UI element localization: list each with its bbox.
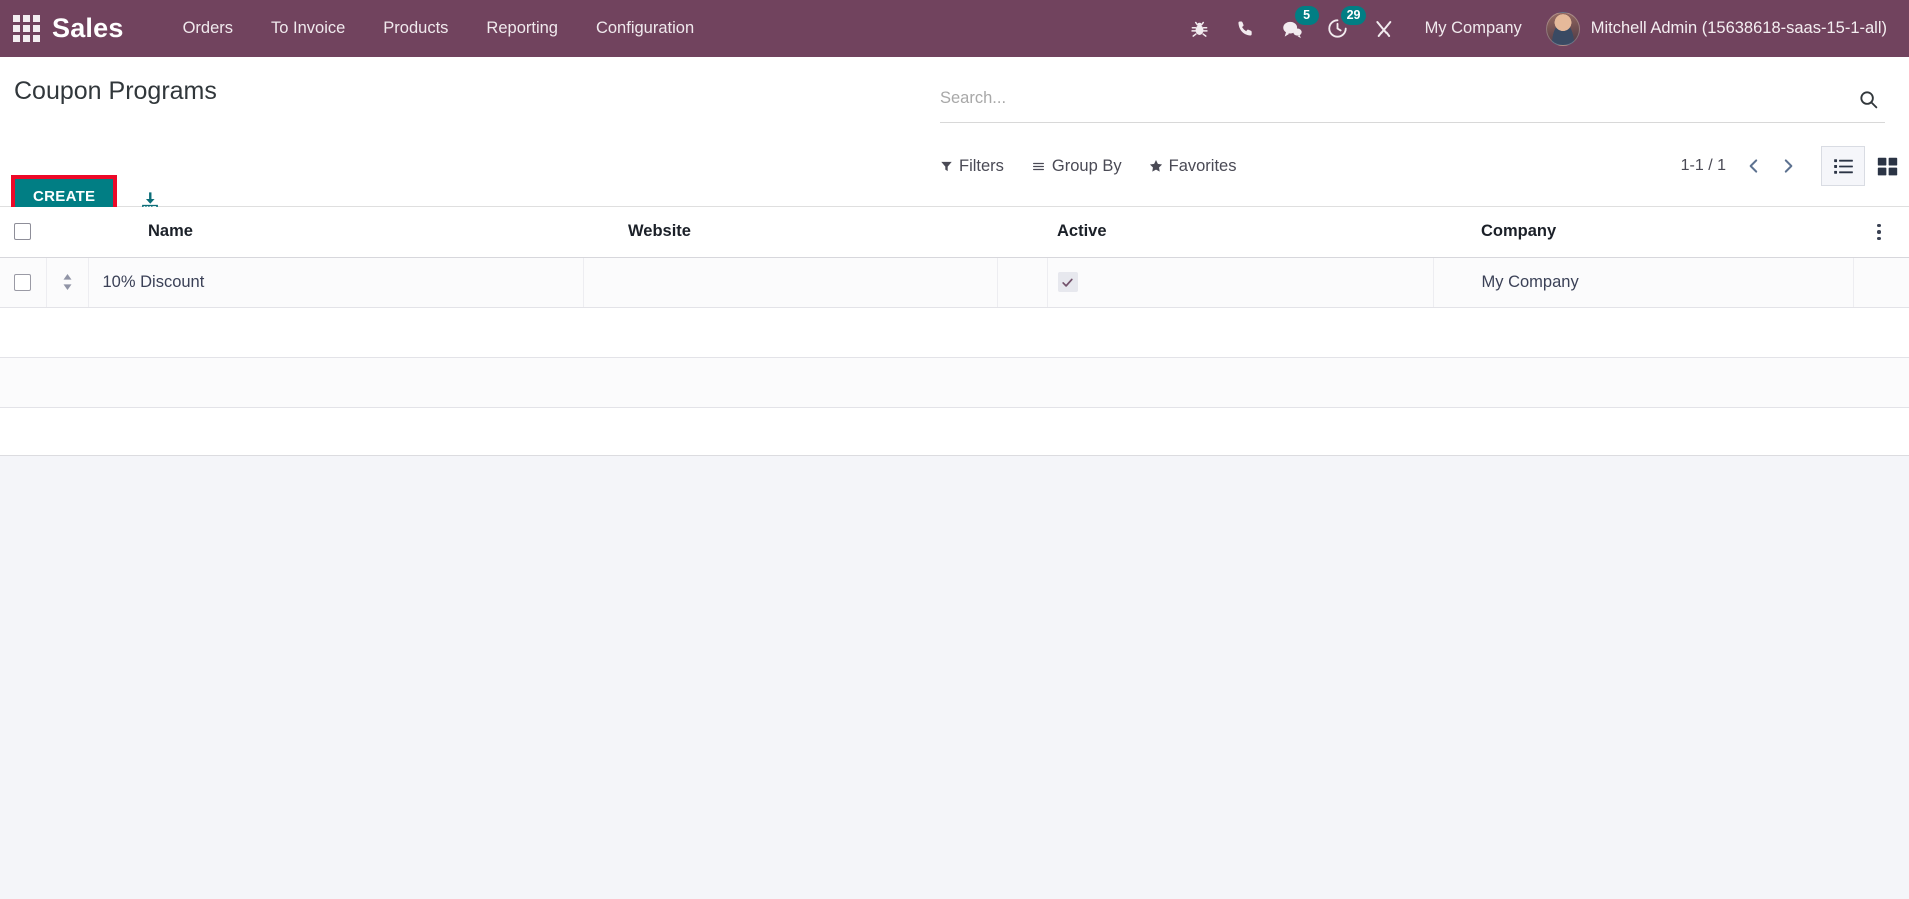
groupby-dropdown[interactable]: Group By — [1031, 157, 1122, 176]
cell-active — [1047, 257, 1434, 308]
cell-name-value: 10% Discount — [102, 272, 205, 291]
control-panel: Coupon Programs CREATE Search... Filters… — [0, 57, 1909, 219]
top-navbar: Sales Orders To Invoice Products Reporti… — [0, 0, 1909, 57]
company-switcher[interactable]: My Company — [1407, 0, 1540, 57]
pager-count: 1-1 / 1 — [1680, 157, 1726, 174]
app-brand-sales[interactable]: Sales — [52, 0, 124, 57]
phone-icon — [1238, 21, 1252, 36]
kanban-view-button[interactable] — [1865, 146, 1909, 186]
cell-options — [1853, 257, 1909, 308]
empty-cell — [0, 307, 1909, 358]
column-header-active-label: Active — [1057, 222, 1107, 241]
table-empty-row — [0, 357, 1909, 408]
pager: 1-1 / 1 — [1681, 145, 1804, 187]
search-icon — [1859, 91, 1877, 109]
table-header: Name Website Active Company — [0, 207, 1909, 258]
hamburger-icon — [1032, 162, 1044, 170]
row-handle-cell — [46, 257, 89, 308]
messages-menu-button[interactable]: 5 — [1269, 0, 1319, 57]
column-header-company-label: Company — [1481, 222, 1557, 241]
cell-name: 10% Discount — [88, 257, 584, 308]
voip-phone-button[interactable] — [1223, 0, 1269, 57]
pager-next-button[interactable] — [1772, 150, 1804, 182]
tools-menu-button[interactable] — [1361, 0, 1407, 57]
list-view-button[interactable] — [1821, 146, 1865, 186]
row-select-cell — [0, 257, 47, 308]
bug-icon — [1191, 21, 1208, 37]
empty-cell — [0, 357, 1909, 408]
grid-icon — [1877, 157, 1897, 175]
active-checkbox[interactable] — [1057, 272, 1078, 292]
cell-company-value: My Company — [1481, 272, 1579, 291]
favorites-label: Favorites — [1168, 156, 1237, 175]
table-body: 10% Discount My Company — [0, 257, 1909, 455]
control-panel-right: Filters Group By Favorites 1-1 / 1 — [940, 57, 1909, 207]
column-header-website-label: Website — [628, 222, 691, 241]
star-icon — [1149, 160, 1162, 172]
list-icon — [1833, 158, 1853, 174]
list-view-sheet: Name Website Active Company 10% Discount… — [0, 207, 1909, 456]
column-header-website[interactable]: Website — [583, 207, 1047, 258]
check-icon — [1062, 278, 1073, 287]
cell-active-wrap — [1048, 272, 1433, 292]
optional-columns-cell — [1853, 207, 1909, 258]
wrench-icon — [1375, 20, 1391, 37]
filters-label: Filters — [959, 156, 1004, 175]
search-input[interactable] — [940, 89, 1851, 114]
table-row[interactable]: 10% Discount My Company — [0, 257, 1909, 308]
user-avatar — [1545, 11, 1580, 46]
cell-website — [583, 257, 998, 308]
handle-header-cell — [46, 207, 88, 258]
favorites-dropdown[interactable]: Favorites — [1149, 156, 1237, 176]
menu-products[interactable]: Products — [364, 0, 467, 57]
cell-company: My Company — [1433, 257, 1854, 308]
apps-menu-button[interactable] — [0, 0, 52, 57]
column-header-name-label: Name — [148, 222, 193, 241]
menu-reporting[interactable]: Reporting — [467, 0, 577, 57]
page-title: Coupon Programs — [14, 77, 217, 105]
activities-menu-button[interactable]: 29 — [1315, 0, 1367, 57]
select-all-cell — [0, 207, 46, 258]
menu-configuration[interactable]: Configuration — [577, 0, 713, 57]
search-button[interactable] — [1851, 89, 1885, 114]
view-switcher — [1821, 145, 1909, 187]
row-select-checkbox[interactable] — [14, 273, 31, 291]
user-name-label: Mitchell Admin (15638618-saas-15-1-all) — [1590, 19, 1887, 37]
pager-previous-button[interactable] — [1738, 150, 1770, 182]
drag-handle-icon[interactable] — [47, 272, 88, 292]
column-header-name[interactable]: Name — [88, 207, 583, 258]
chevron-left-icon — [1749, 159, 1758, 173]
search-bar — [940, 81, 1885, 123]
table-header-row: Name Website Active Company — [0, 207, 1909, 258]
menu-orders[interactable]: Orders — [164, 0, 252, 57]
column-header-company[interactable]: Company — [1433, 207, 1853, 258]
table-empty-row — [0, 407, 1909, 455]
groupby-label: Group By — [1051, 156, 1122, 175]
column-header-active[interactable]: Active — [1047, 207, 1433, 258]
apps-grid-icon — [12, 15, 40, 42]
cell-spacer — [997, 257, 1048, 308]
funnel-icon — [941, 161, 952, 171]
user-menu[interactable]: Mitchell Admin (15638618-saas-15-1-all) — [1540, 11, 1909, 46]
debug-menu-button[interactable] — [1177, 0, 1223, 57]
chevron-right-icon — [1784, 159, 1793, 173]
empty-cell — [0, 407, 1909, 455]
table-empty-row — [0, 307, 1909, 358]
menu-to-invoice[interactable]: To Invoice — [252, 0, 364, 57]
select-all-checkbox[interactable] — [14, 223, 31, 241]
coupon-programs-table: Name Website Active Company 10% Discount… — [0, 207, 1909, 455]
filters-dropdown[interactable]: Filters — [940, 157, 1004, 176]
vertical-dots-icon[interactable] — [1853, 223, 1909, 240]
